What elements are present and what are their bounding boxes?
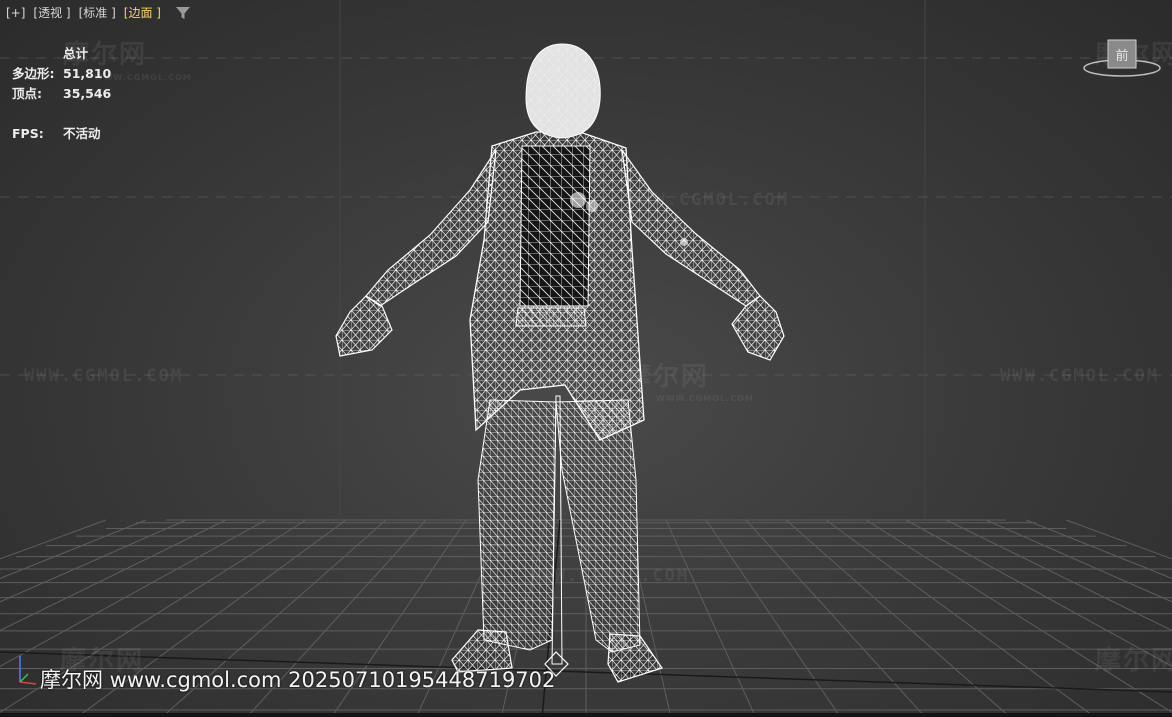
character-body [335, 43, 785, 683]
stat-row-fps: FPS: 不活动 [12, 124, 111, 144]
viewcube[interactable]: 前 [1082, 34, 1162, 84]
footer-watermark: 摩尔网 www.cgmol.com 20250710195448719702 [40, 668, 556, 692]
wireframe-character-model[interactable] [0, 0, 1172, 717]
stat-row-vertices: 顶点: 35,546 [12, 84, 111, 104]
viewport-plus-menu[interactable]: [+] [4, 6, 27, 20]
stats-header: 总计 [63, 46, 89, 61]
scene-statistics: 总计 多边形: 51,810 顶点: 35,546 FPS: 不活动 [12, 44, 111, 144]
axis-tripod-icon [19, 656, 37, 685]
stat-label: FPS: [12, 126, 44, 141]
viewcube-face-label: 前 [1115, 48, 1128, 64]
viewport-view-menu[interactable]: [透视 ] [31, 4, 72, 21]
viewport-perspective[interactable]: 摩尔网 WWW.CGMOL.COM WWW.CGMOL.COM WWW.CGMO… [0, 0, 1172, 717]
viewport-label-menu: [+] [透视 ] [标准 ] [边面 ] [4, 4, 191, 21]
stat-value: 51,810 [63, 66, 112, 81]
stat-value: 35,546 [63, 86, 112, 101]
stat-row-polygons: 多边形: 51,810 [12, 64, 111, 84]
stat-label: 顶点: [12, 86, 42, 101]
viewport-shading-menu[interactable]: [标准 ] [77, 4, 118, 21]
viewport-display-menu[interactable]: [边面 ] [122, 4, 163, 21]
stat-label: 多边形: [12, 66, 55, 81]
filter-icon[interactable] [175, 5, 191, 21]
viewport-bottom-border [0, 713, 1172, 717]
stat-value: 不活动 [63, 126, 101, 141]
